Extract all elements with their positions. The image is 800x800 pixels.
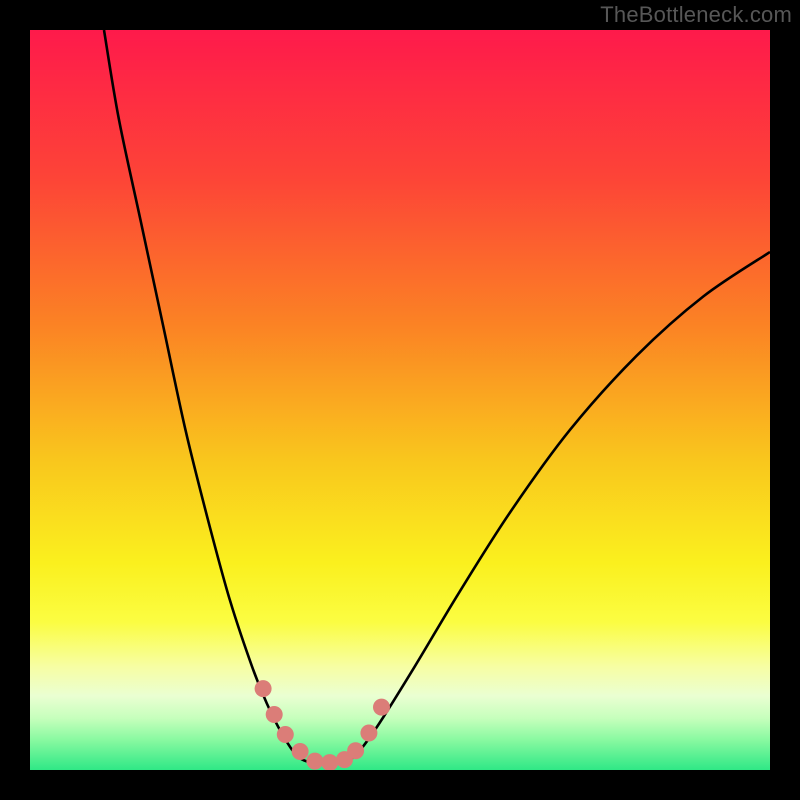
valley-marker xyxy=(347,742,364,759)
valley-marker xyxy=(306,753,323,770)
valley-marker xyxy=(360,725,377,742)
chart-frame: TheBottleneck.com xyxy=(0,0,800,800)
watermark-text: TheBottleneck.com xyxy=(600,2,792,28)
valley-marker xyxy=(373,699,390,716)
chart-svg xyxy=(30,30,770,770)
valley-marker xyxy=(266,706,283,723)
valley-marker xyxy=(292,743,309,760)
valley-marker xyxy=(255,680,272,697)
gradient-background xyxy=(30,30,770,770)
plot-area xyxy=(30,30,770,770)
valley-marker xyxy=(277,726,294,743)
